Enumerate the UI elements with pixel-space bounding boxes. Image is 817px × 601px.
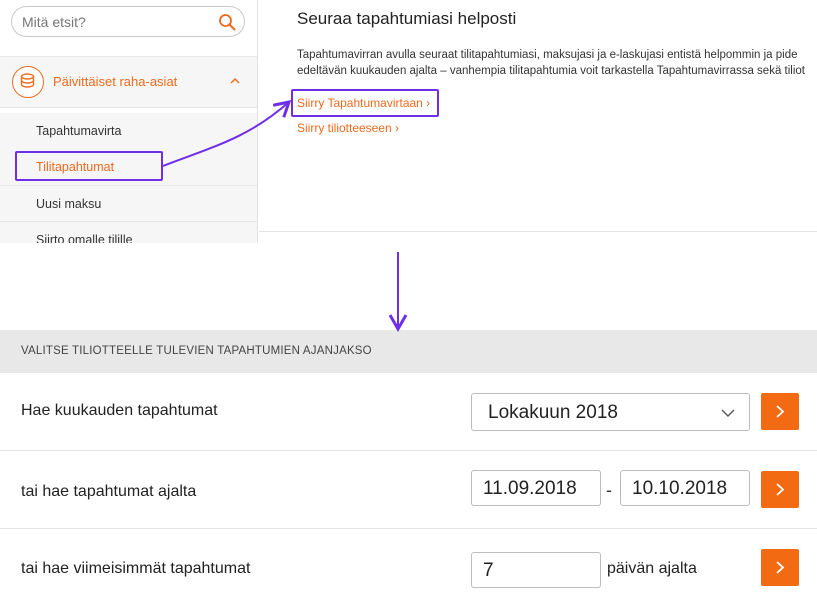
date-from-input[interactable]: 11.09.2018	[471, 470, 601, 506]
intro-text-line: edeltävän kuukauden ajalta – vanhempia t…	[297, 65, 805, 77]
row-month: Hae kuukauden tapahtumat Lokakuun 2018	[0, 373, 817, 451]
intro-text: Tapahtumavirran avulla seuraat tilitapah…	[297, 47, 817, 79]
highlight-box-tilitapahtumat	[15, 151, 163, 181]
days-input[interactable]: 7	[471, 552, 601, 588]
divider	[259, 231, 817, 232]
date-separator: -	[606, 480, 612, 500]
month-select-value: Lokakuun 2018	[488, 402, 618, 423]
sidebar-section-label: Päivittäiset raha-asiat	[53, 74, 178, 89]
search-latest-button[interactable]	[761, 549, 799, 586]
panel-header-title: VALITSE TILIOTTEELLE TULEVIEN TAPAHTUMIE…	[21, 345, 372, 357]
date-to-input[interactable]: 10.10.2018	[620, 470, 750, 506]
chevron-down-icon	[721, 409, 735, 417]
intro-text-line: Tapahtumavirran avulla seuraat tilitapah…	[297, 49, 798, 61]
top-screenshot: Päivittäiset raha-asiat Tapahtumavirta T…	[0, 0, 817, 243]
highlight-box-tapahtumavirta-link	[291, 89, 439, 117]
sidebar-item-label: Siirto omalle tilille	[36, 233, 133, 243]
sidebar-section-daily-banking[interactable]: Päivittäiset raha-asiat	[0, 57, 257, 107]
sidebar-item-uusi-maksu[interactable]: Uusi maksu	[0, 186, 257, 222]
statement-period-panel: VALITSE TILIOTTEELLE TULEVIEN TAPAHTUMIE…	[0, 330, 817, 601]
days-suffix: päivän ajalta	[607, 560, 697, 577]
date-to-value: 10.10.2018	[632, 478, 728, 499]
coins-icon	[12, 66, 44, 98]
row-latest-days: tai hae viimeisimmät tapahtumat 7 päivän…	[0, 529, 817, 601]
chevron-up-icon[interactable]	[229, 75, 241, 87]
search-range-button[interactable]	[761, 471, 799, 508]
days-value: 7	[483, 560, 494, 581]
row-label: tai hae tapahtumat ajalta	[21, 483, 197, 500]
search-box[interactable]	[11, 6, 245, 37]
row-label: Hae kuukauden tapahtumat	[21, 402, 218, 419]
month-select[interactable]: Lokakuun 2018	[471, 393, 750, 431]
row-date-range: tai hae tapahtumat ajalta 11.09.2018 - 1…	[0, 451, 817, 529]
page-title: Seuraa tapahtumiasi helposti	[297, 9, 517, 28]
sidebar-item-label: Uusi maksu	[36, 197, 102, 211]
chevron-right-icon	[776, 405, 785, 418]
sidebar-item-label: Tapahtumavirta	[36, 124, 122, 138]
search-icon[interactable]	[218, 13, 236, 31]
search-month-button[interactable]	[761, 393, 799, 430]
link-to-tiliote[interactable]: Siirry tiliotteeseen ›	[297, 121, 399, 135]
search-input[interactable]	[22, 12, 212, 32]
divider	[0, 107, 257, 108]
row-label: tai hae viimeisimmät tapahtumat	[21, 560, 251, 577]
date-from-value: 11.09.2018	[483, 478, 577, 499]
sidebar: Päivittäiset raha-asiat Tapahtumavirta T…	[0, 0, 258, 243]
chevron-right-icon	[776, 483, 785, 496]
panel-header: VALITSE TILIOTTEELLE TULEVIEN TAPAHTUMIE…	[0, 330, 817, 373]
sidebar-item-siirto-omalle-tilille[interactable]: Siirto omalle tilille	[0, 222, 257, 243]
chevron-right-icon	[776, 561, 785, 574]
sidebar-item-tapahtumavirta[interactable]: Tapahtumavirta	[0, 113, 257, 149]
